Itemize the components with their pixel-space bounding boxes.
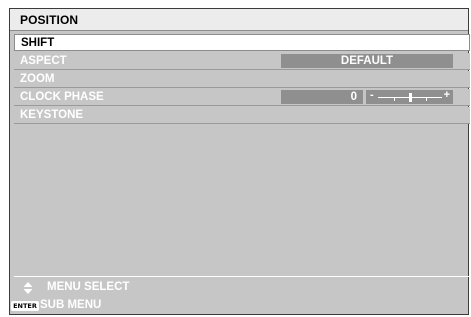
clock-phase-slider[interactable]: - + <box>366 89 453 104</box>
menu-item-keystone[interactable]: KEYSTONE <box>14 107 470 124</box>
slider-tick <box>426 98 427 101</box>
menu-item-label: KEYSTONE <box>20 109 84 121</box>
clock-phase-value: 0 <box>281 90 363 104</box>
footer-divider <box>14 276 470 277</box>
menu-item-label: ASPECT <box>20 55 67 67</box>
menu-item-shift[interactable]: SHIFT <box>14 34 470 51</box>
menu-item-aspect[interactable]: ASPECT DEFAULT <box>14 53 470 70</box>
enter-key-icon: ENTER <box>11 301 39 311</box>
slider-tick <box>394 98 395 101</box>
slider-knob[interactable] <box>409 93 412 102</box>
position-menu-panel: POSITION SHIFT ASPECT DEFAULT ZOOM CLOCK… <box>9 8 470 315</box>
menu-item-label: ZOOM <box>20 73 55 85</box>
slider-minus-icon: - <box>370 89 374 101</box>
up-down-arrow-icon <box>23 282 33 294</box>
aspect-value: DEFAULT <box>281 54 453 68</box>
menu-item-label: SHIFT <box>21 37 55 49</box>
sub-menu-hint: ENTER SUB MENU <box>10 297 468 315</box>
menu-item-zoom[interactable]: ZOOM <box>14 71 470 88</box>
sub-menu-label: SUB MENU <box>40 299 102 311</box>
menu-item-clock-phase[interactable]: CLOCK PHASE 0 - + <box>14 89 470 106</box>
menu-title: POSITION <box>20 13 79 27</box>
menu-title-bar: POSITION <box>10 9 468 31</box>
menu-select-hint: MENU SELECT <box>10 279 468 297</box>
menu-select-label: MENU SELECT <box>47 281 130 293</box>
slider-plus-icon: + <box>443 89 450 101</box>
menu-item-label: CLOCK PHASE <box>20 91 104 103</box>
